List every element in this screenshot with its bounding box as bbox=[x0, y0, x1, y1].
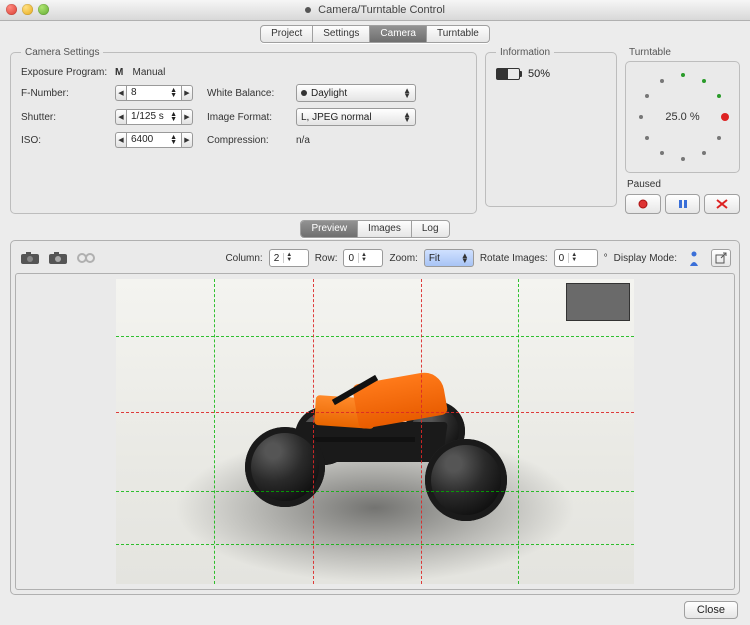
iso-decrement-icon[interactable]: ◀ bbox=[115, 132, 126, 148]
preview-image bbox=[116, 279, 634, 584]
shutter-label: Shutter: bbox=[21, 112, 111, 123]
turntable-step-dot bbox=[717, 136, 721, 140]
zoom-label: Zoom: bbox=[389, 253, 417, 264]
stop-button[interactable] bbox=[704, 194, 740, 214]
camera-settings-group: Camera Settings Exposure Program: M Manu… bbox=[10, 47, 477, 214]
fnumber-label: F-Number: bbox=[21, 88, 111, 99]
displaymode-person-icon[interactable] bbox=[683, 249, 705, 267]
compression-value: n/a bbox=[296, 135, 426, 146]
whitebalance-label: White Balance: bbox=[207, 88, 292, 99]
turntable-step-dot bbox=[717, 94, 721, 98]
window-controls bbox=[6, 4, 49, 15]
iso-label: ISO: bbox=[21, 135, 111, 146]
preview-toolbar: Column: 2 ▲▼ Row: 0 ▲▼ Zoom: Fit ▲▼ Rota… bbox=[15, 245, 735, 273]
imageformat-popup[interactable]: L, JPEG normal ▲▼ bbox=[296, 108, 416, 126]
tab-settings[interactable]: Settings bbox=[313, 26, 370, 42]
fnumber-increment-icon[interactable]: ▶ bbox=[182, 85, 193, 101]
model-quad bbox=[235, 367, 515, 527]
camera-icon[interactable] bbox=[19, 249, 41, 267]
turntable-step-dot bbox=[639, 115, 643, 119]
turntable-step-dot bbox=[645, 94, 649, 98]
window-minimize-icon[interactable] bbox=[22, 4, 33, 15]
camera-alt-icon[interactable] bbox=[47, 249, 69, 267]
fnumber-decrement-icon[interactable]: ◀ bbox=[115, 85, 126, 101]
tab-project[interactable]: Project bbox=[261, 26, 313, 42]
turntable-status: Paused bbox=[627, 179, 740, 190]
rotate-input[interactable]: 0 ▲▼ bbox=[554, 249, 598, 267]
displaymode-label: Display Mode: bbox=[614, 253, 677, 264]
turntable-step-dot bbox=[721, 113, 729, 121]
turntable-step-dot bbox=[681, 157, 685, 161]
turntable-progress-dial: 25.0 % bbox=[625, 61, 740, 173]
rotate-label: Rotate Images: bbox=[480, 253, 548, 264]
row-label: Row: bbox=[315, 253, 338, 264]
title-dot-icon bbox=[305, 7, 311, 13]
information-legend: Information bbox=[496, 47, 554, 58]
pause-button[interactable] bbox=[665, 194, 701, 214]
column-input[interactable]: 2 ▲▼ bbox=[269, 249, 309, 267]
shutter-decrement-icon[interactable]: ◀ bbox=[115, 109, 126, 125]
iso-increment-icon[interactable]: ▶ bbox=[182, 132, 193, 148]
turntable-step-dot bbox=[660, 151, 664, 155]
rotate-unit: ° bbox=[604, 253, 608, 264]
titlebar: Camera/Turntable Control bbox=[0, 0, 750, 21]
exposure-program-value: Manual bbox=[133, 67, 166, 78]
record-button[interactable] bbox=[625, 194, 661, 214]
tab-log[interactable]: Log bbox=[412, 221, 449, 237]
battery-percent: 50% bbox=[528, 68, 550, 80]
shutter-stepper[interactable]: ◀ 1/125 s▲▼ ▶ bbox=[115, 109, 203, 125]
preview-panel: Column: 2 ▲▼ Row: 0 ▲▼ Zoom: Fit ▲▼ Rota… bbox=[10, 240, 740, 595]
camera-settings-legend: Camera Settings bbox=[21, 47, 103, 58]
turntable-panel: Turntable 25.0 % Paused bbox=[625, 47, 740, 214]
fnumber-value: 8▲▼ bbox=[126, 85, 182, 101]
histogram-thumbnail bbox=[566, 283, 630, 321]
exposure-program-prefix: M bbox=[115, 67, 123, 78]
column-label: Column: bbox=[225, 253, 262, 264]
imageformat-label: Image Format: bbox=[207, 112, 292, 123]
turntable-step-dot bbox=[702, 79, 706, 83]
iso-value: 6400▲▼ bbox=[126, 132, 182, 148]
row-input[interactable]: 0 ▲▼ bbox=[343, 249, 383, 267]
window-zoom-icon[interactable] bbox=[38, 4, 49, 15]
turntable-step-dot bbox=[681, 73, 685, 77]
compression-label: Compression: bbox=[207, 135, 292, 146]
tab-turntable[interactable]: Turntable bbox=[427, 26, 489, 42]
preview-canvas bbox=[15, 273, 735, 590]
whitebalance-popup[interactable]: Daylight ▲▼ bbox=[296, 84, 416, 102]
turntable-legend: Turntable bbox=[629, 47, 740, 58]
preview-tabs: Preview Images Log bbox=[300, 220, 449, 238]
zoom-popup[interactable]: Fit ▲▼ bbox=[424, 249, 474, 267]
turntable-percent: 25.0 % bbox=[665, 111, 699, 123]
link-icon[interactable] bbox=[75, 249, 97, 267]
window-title: Camera/Turntable Control bbox=[318, 4, 445, 16]
window-close-icon[interactable] bbox=[6, 4, 17, 15]
tab-camera[interactable]: Camera bbox=[370, 26, 427, 42]
tab-images[interactable]: Images bbox=[358, 221, 412, 237]
exposure-program-label: Exposure Program: bbox=[21, 67, 111, 78]
shutter-value: 1/125 s▲▼ bbox=[126, 109, 182, 125]
turntable-step-dot bbox=[645, 136, 649, 140]
shutter-increment-icon[interactable]: ▶ bbox=[182, 109, 193, 125]
displaymode-popout-icon[interactable] bbox=[711, 249, 731, 267]
main-tabs: Project Settings Camera Turntable bbox=[260, 25, 490, 43]
battery-icon bbox=[496, 68, 520, 80]
fnumber-stepper[interactable]: ◀ 8▲▼ ▶ bbox=[115, 85, 203, 101]
tab-preview[interactable]: Preview bbox=[301, 221, 358, 237]
iso-stepper[interactable]: ◀ 6400▲▼ ▶ bbox=[115, 132, 203, 148]
close-button[interactable]: Close bbox=[684, 601, 738, 619]
turntable-step-dot bbox=[660, 79, 664, 83]
turntable-controls bbox=[625, 194, 740, 214]
information-group: Information 50% bbox=[485, 47, 617, 207]
turntable-step-dot bbox=[702, 151, 706, 155]
